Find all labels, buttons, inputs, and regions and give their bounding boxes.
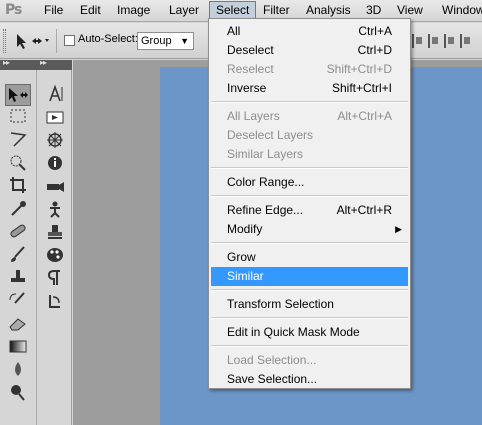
align-top-icon[interactable] [460,34,472,48]
photoshop-logo: Ps [5,2,22,18]
menu-item-grow[interactable]: Grow [211,248,408,267]
chevron-down-icon: ▼ [180,36,189,46]
menu-item-label: Similar Layers [227,147,304,161]
align-buttons [412,34,472,48]
menu-item-label: Deselect Layers [227,128,314,142]
menu-item-label: Load Selection... [227,353,317,367]
menu-edit[interactable]: Edit [74,1,107,20]
marquee-tool-icon[interactable] [5,106,31,128]
3d-camera-tool-icon[interactable] [42,176,68,198]
menu-file[interactable]: File [38,1,69,20]
select-menu: All Ctrl+A Deselect Ctrl+D Reselect Shif… [208,18,411,389]
menu-item-inverse[interactable]: Inverse Shift+Ctrl+I [211,79,408,98]
menu-item-label: Similar [227,269,264,283]
3d-rotate-tool-icon[interactable] [42,130,68,152]
puppet-tool-icon[interactable] [42,199,68,221]
menu-separator [211,167,408,169]
align-right-icon[interactable] [444,34,456,48]
menu-item-load-selection: Load Selection... [211,351,408,370]
menu-item-color-range[interactable]: Color Range... [211,173,408,192]
brush-tool-icon[interactable] [5,244,31,266]
gradient-tool-icon[interactable] [5,336,31,358]
menu-item-label: Edit in Quick Mask Mode [227,325,360,339]
menu-item-label: Color Range... [227,175,305,189]
menu-item-label: All [227,24,241,38]
tools-divider [36,70,37,425]
menu-window[interactable]: Window [436,1,482,20]
dodge-tool-icon[interactable] [5,382,31,404]
menu-item-similar[interactable]: Similar [211,267,408,286]
menu-item-label: Reselect [227,62,274,76]
menu-layer[interactable]: Layer [163,1,205,20]
move-tool-icon[interactable] [5,84,31,106]
menu-item-label: Deselect [227,43,274,57]
options-grip[interactable] [3,29,6,53]
menu-item-transform-selection[interactable]: Transform Selection [211,295,408,314]
type-tool-icon[interactable] [42,84,68,106]
menu-item-label: Grow [227,250,256,264]
options-separator [56,29,57,53]
shortcut-label: Ctrl+D [357,43,392,57]
move-tool-icon[interactable] [14,31,50,51]
lasso-tool-icon[interactable] [5,129,31,151]
rotate-view-icon[interactable] [42,291,68,313]
collapse-icon[interactable]: ▸▸ [40,58,47,67]
submenu-arrow-icon: ▶ [395,224,402,234]
stamp-tool-icon[interactable] [42,222,68,244]
menu-item-label: Modify [227,222,263,236]
menu-item-reselect: Reselect Shift+Ctrl+D [211,60,408,79]
menu-separator [211,242,408,244]
menu-item-similar-layers: Similar Layers [211,145,408,164]
auto-select-dropdown[interactable]: Group ▼ [137,32,194,50]
healing-brush-tool-icon[interactable] [5,221,31,243]
info-icon[interactable] [42,153,68,175]
history-brush-tool-icon[interactable] [5,290,31,312]
menu-separator [211,289,408,291]
menu-image[interactable]: Image [111,1,156,20]
auto-select-checkbox[interactable] [64,35,75,46]
menu-item-save-selection[interactable]: Save Selection... [211,370,408,389]
shortcut-label: Shift+Ctrl+D [326,62,392,76]
align-center-icon[interactable] [428,34,440,48]
menu-separator [211,317,408,319]
blur-tool-icon[interactable] [5,359,31,381]
quick-selection-tool-icon[interactable] [5,152,31,174]
menu-item-deselect[interactable]: Deselect Ctrl+D [211,41,408,60]
menu-item-refine-edge[interactable]: Refine Edge... Alt+Ctrl+R [211,201,408,220]
menu-separator [211,195,408,197]
align-left-icon[interactable] [412,34,424,48]
menu-item-label: Save Selection... [227,372,318,386]
tools-panel-header[interactable]: ▸▸ ▸▸ [0,58,72,70]
menu-separator [211,345,408,347]
collapse-icon[interactable]: ▸▸ [3,58,10,67]
eraser-tool-icon[interactable] [5,313,31,335]
clone-stamp-tool-icon[interactable] [5,267,31,289]
menu-item-label: Transform Selection [227,297,334,311]
palette-icon[interactable] [42,245,68,267]
auto-select-label: Auto-Select: [78,33,138,45]
menu-item-all-layers: All Layers Alt+Ctrl+A [211,107,408,126]
auto-select-value: Group [141,35,172,47]
shortcut-label: Alt+Ctrl+R [336,203,392,217]
tools-panel: ▸▸ ▸▸ [0,58,72,425]
menu-item-all[interactable]: All Ctrl+A [211,22,408,41]
shortcut-label: Shift+Ctrl+I [331,81,392,95]
menu-item-quick-mask[interactable]: Edit in Quick Mask Mode [211,323,408,342]
eyedropper-tool-icon[interactable] [5,198,31,220]
menu-item-modify[interactable]: Modify ▶ [211,220,408,239]
crop-tool-icon[interactable] [5,175,31,197]
shortcut-label: Ctrl+A [358,24,392,38]
shortcut-label: Alt+Ctrl+A [337,109,392,123]
menu-item-deselect-layers: Deselect Layers [211,126,408,145]
paragraph-icon[interactable] [42,268,68,290]
slide-tool-icon[interactable] [42,107,68,129]
menu-item-label: Inverse [227,81,267,95]
menu-item-label: All Layers [227,109,280,123]
menu-item-label: Refine Edge... [227,203,304,217]
menu-separator [211,101,408,103]
